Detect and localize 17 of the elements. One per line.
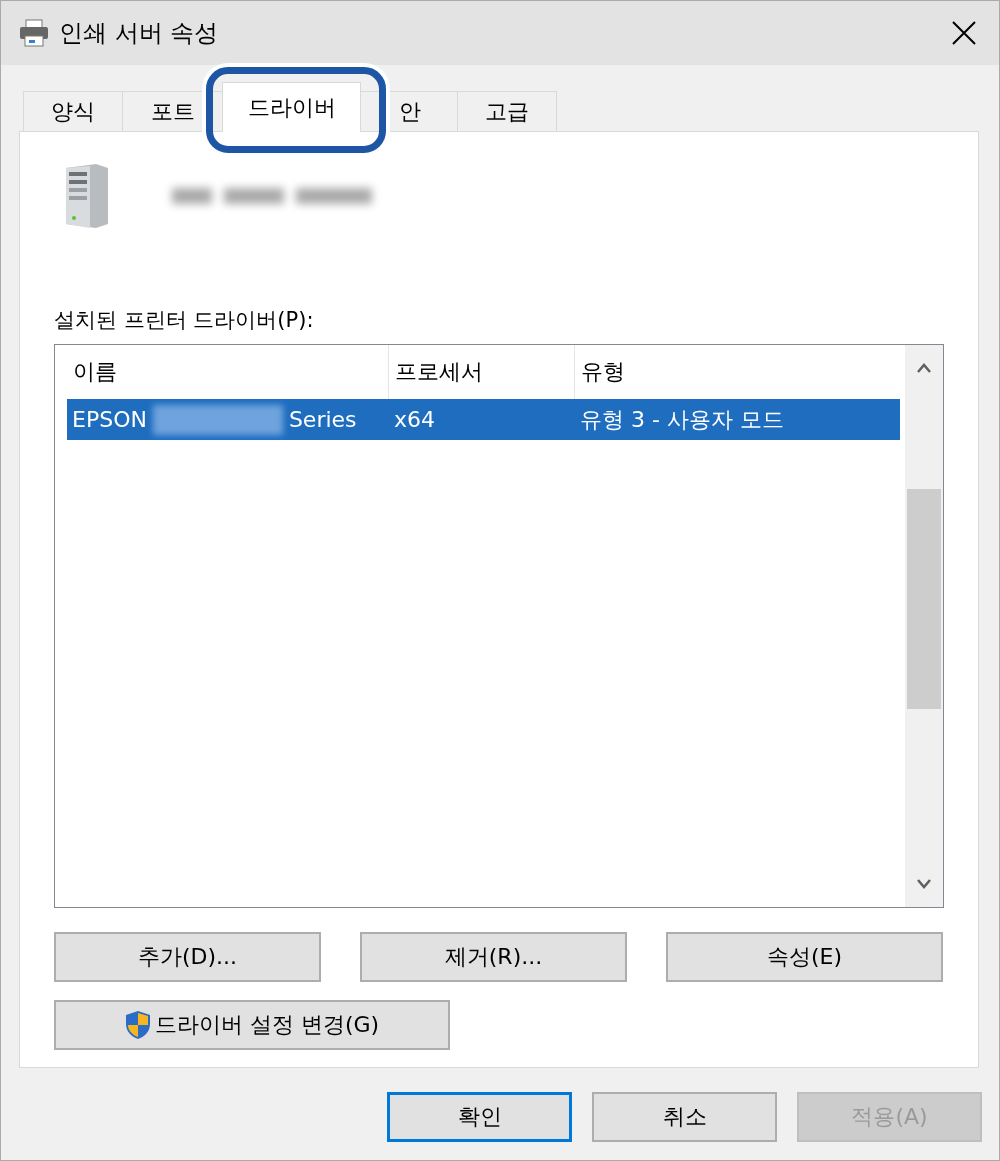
column-header[interactable]: 유형	[575, 345, 900, 399]
drivers-label: 설치된 프린터 드라이버(P):	[54, 307, 314, 334]
button[interactable]: 확인	[387, 1092, 572, 1142]
change-settings-button[interactable]: 드라이버 설정 변경(G)	[54, 1000, 450, 1050]
tab[interactable]: 고급	[457, 91, 557, 131]
table-cell-text: 유형 3 - 사용자 모드	[580, 405, 784, 434]
table-cell: EPSON	[72, 407, 147, 432]
tab[interactable]: 양식	[23, 91, 123, 131]
window-title: 인쇄 서버 속성	[59, 18, 219, 49]
tab[interactable]: 드라이버	[222, 82, 361, 132]
button[interactable]: 취소	[592, 1092, 777, 1142]
button[interactable]: 제거(R)...	[360, 932, 627, 982]
table-row[interactable]: EPSON Series x64 유형 3 - 사용자 모드	[67, 399, 900, 440]
table-cell: x64	[394, 407, 435, 432]
button[interactable]: 추가(D)...	[54, 932, 321, 982]
button[interactable]: 속성(E)	[666, 932, 943, 982]
table-cell: Series	[288, 407, 357, 432]
